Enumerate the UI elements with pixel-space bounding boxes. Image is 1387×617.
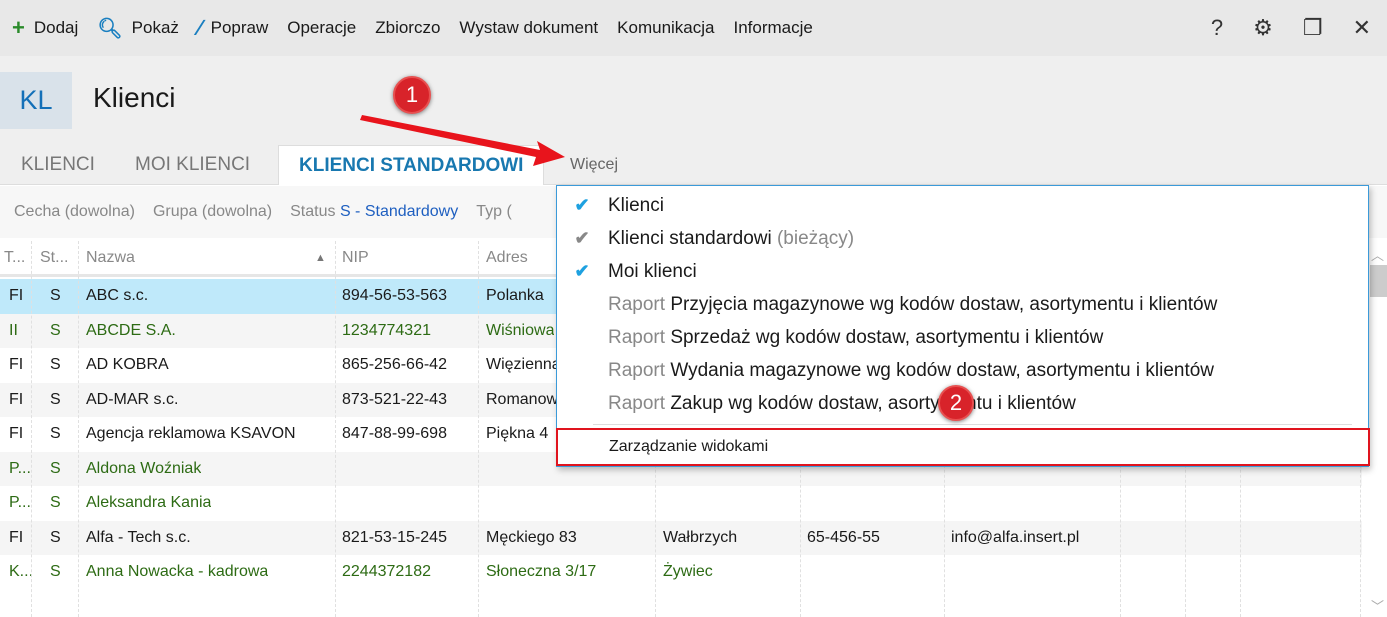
annotation-arrow bbox=[360, 115, 565, 166]
annotation-badge-2: 2 bbox=[938, 385, 974, 421]
annotation-badge-1: 1 bbox=[393, 76, 431, 114]
